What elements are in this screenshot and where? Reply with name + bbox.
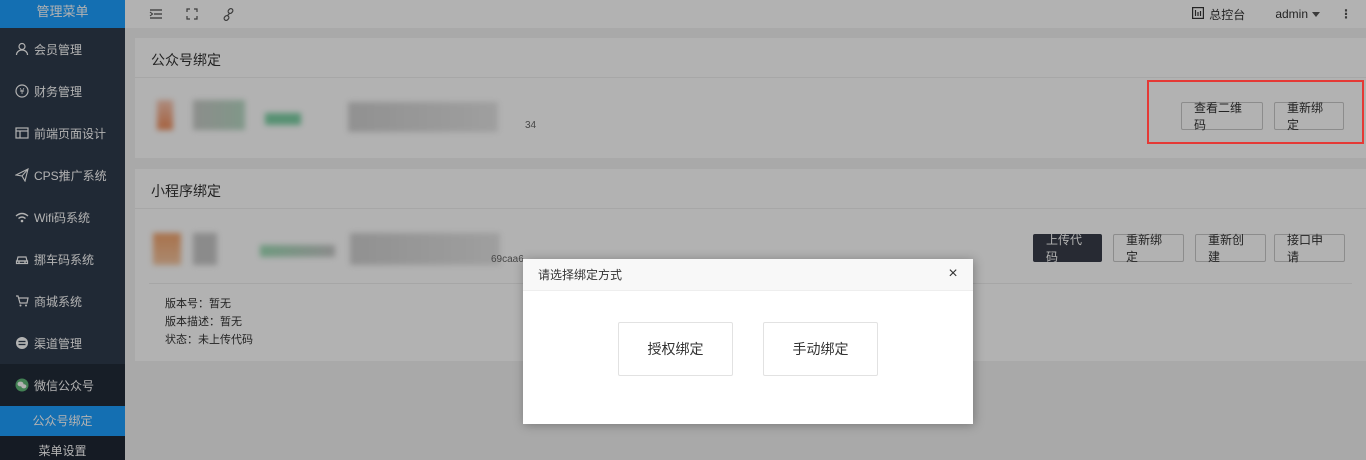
highlight-box xyxy=(1147,80,1364,144)
bind-method-dialog: 请选择绑定方式 × 授权绑定 手动绑定 xyxy=(523,259,973,424)
manual-bind-button[interactable]: 手动绑定 xyxy=(763,322,878,376)
dialog-title: 请选择绑定方式 xyxy=(523,259,973,291)
authorize-bind-button[interactable]: 授权绑定 xyxy=(618,322,733,376)
close-icon[interactable]: × xyxy=(946,266,960,282)
